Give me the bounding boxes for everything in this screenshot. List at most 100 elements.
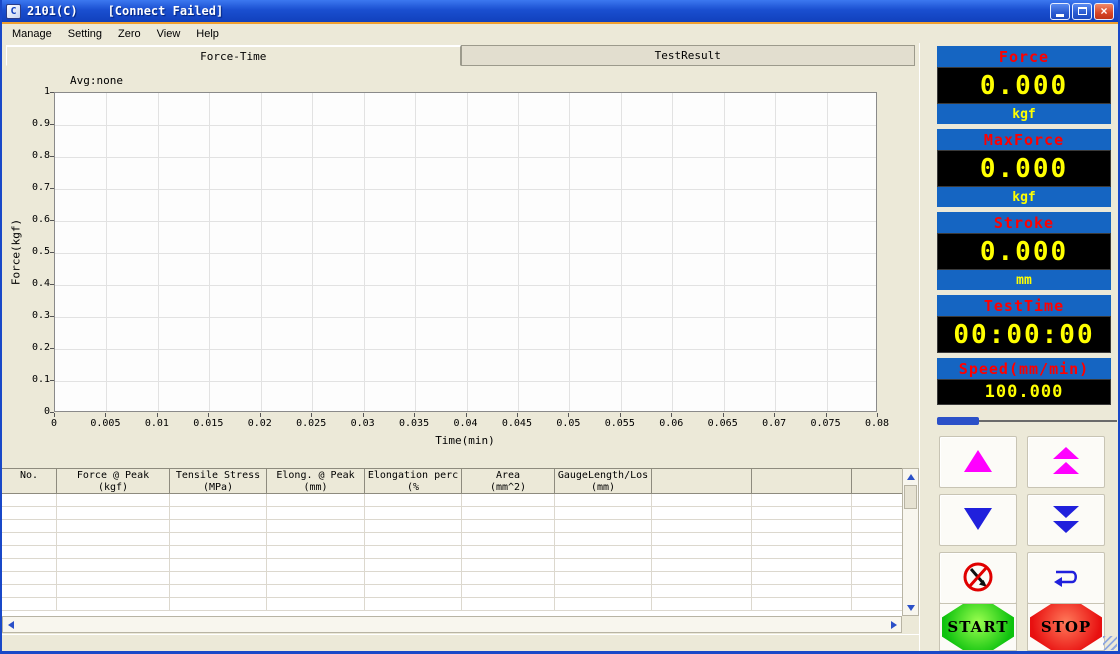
y-tick-mark xyxy=(50,188,54,189)
table-cell xyxy=(555,520,652,532)
connect-status: [Connect Failed] xyxy=(108,4,224,18)
table-row[interactable] xyxy=(2,494,902,507)
minimize-icon xyxy=(1056,14,1064,17)
gridline-vertical xyxy=(158,93,159,411)
table-cell xyxy=(170,533,267,545)
close-button[interactable]: × xyxy=(1094,3,1114,20)
table-horizontal-scrollbar[interactable] xyxy=(2,616,902,633)
gridline-vertical xyxy=(775,93,776,411)
start-stop-row: START STOP xyxy=(939,603,1105,651)
double-up-triangle-icon xyxy=(1051,446,1081,479)
stop-button[interactable]: STOP xyxy=(1027,603,1105,651)
table-cell xyxy=(462,546,555,558)
jog-fast-up-button[interactable] xyxy=(1027,436,1105,488)
jog-down-button[interactable] xyxy=(939,494,1017,546)
table-row[interactable] xyxy=(2,546,902,559)
up-arrow-icon xyxy=(907,474,915,480)
table-row[interactable] xyxy=(2,533,902,546)
tab-strip: Force-TimeTestResult xyxy=(6,45,915,66)
table-cell xyxy=(2,546,57,558)
menu-item-view[interactable]: View xyxy=(149,25,189,43)
x-tick-label: 0.03 xyxy=(337,418,389,429)
start-button[interactable]: START xyxy=(939,603,1017,651)
gauge-testtime: TestTime00:00:00 xyxy=(937,295,1111,353)
menu-item-help[interactable]: Help xyxy=(188,25,227,43)
jog-disable-button[interactable] xyxy=(939,552,1017,604)
column-header xyxy=(652,469,752,493)
app-icon[interactable]: C xyxy=(6,4,21,19)
gridline-vertical xyxy=(569,93,570,411)
table-cell xyxy=(2,598,57,610)
tab-testresult[interactable]: TestResult xyxy=(461,45,916,66)
title-bar[interactable]: C 2101(C) [Connect Failed] × xyxy=(2,0,1118,22)
table-row[interactable] xyxy=(2,507,902,520)
menu-item-manage[interactable]: Manage xyxy=(4,25,60,43)
table-cell xyxy=(2,559,57,571)
table-cell xyxy=(752,598,852,610)
minimize-button[interactable] xyxy=(1050,3,1070,20)
vertical-scroll-thumb[interactable] xyxy=(904,485,917,509)
gauge-label: Speed(mm/min) xyxy=(937,358,1111,379)
scroll-up-button[interactable] xyxy=(903,469,918,484)
y-tick-mark xyxy=(50,316,54,317)
slider-thumb[interactable] xyxy=(937,417,979,425)
table-row[interactable] xyxy=(2,559,902,572)
table-cell xyxy=(752,520,852,532)
down-arrow-icon xyxy=(907,605,915,611)
x-tick-label: 0.015 xyxy=(182,418,234,429)
table-cell xyxy=(267,559,365,571)
table-cell xyxy=(652,533,752,545)
speed-slider[interactable] xyxy=(937,415,1117,427)
table-cell xyxy=(365,572,462,584)
table-cell xyxy=(170,559,267,571)
table-cell xyxy=(652,507,752,519)
double-down-triangle-icon xyxy=(1051,504,1081,537)
window-title: 2101(C) xyxy=(27,4,78,18)
gauge-maxforce: MaxForce0.000kgf xyxy=(937,129,1111,207)
gridline-horizontal xyxy=(55,157,876,158)
table-cell xyxy=(57,572,170,584)
gauge-label: Stroke xyxy=(937,212,1111,233)
table-cell xyxy=(267,546,365,558)
scroll-left-button[interactable] xyxy=(3,617,18,632)
table-cell xyxy=(752,494,852,506)
column-header: Force @ Peak(kgf) xyxy=(57,469,170,493)
x-tick-label: 0.08 xyxy=(851,418,903,429)
status-bar xyxy=(2,634,919,651)
gridline-horizontal xyxy=(55,285,876,286)
gauge-force: Force0.000kgf xyxy=(937,46,1111,124)
stop-octagon-icon: STOP xyxy=(1030,604,1102,650)
x-tick-mark xyxy=(208,413,209,417)
jog-up-button[interactable] xyxy=(939,436,1017,488)
table-row[interactable] xyxy=(2,598,902,611)
side-panel: Force0.000kgfMaxForce0.000kgfStroke0.000… xyxy=(919,43,1118,651)
table-vertical-scrollbar[interactable] xyxy=(902,468,919,616)
column-header: GaugeLength/Los(mm) xyxy=(555,469,652,493)
jog-fast-down-button[interactable] xyxy=(1027,494,1105,546)
maximize-button[interactable] xyxy=(1072,3,1092,20)
return-button[interactable] xyxy=(1027,552,1105,604)
column-header: Elong. @ Peak(mm) xyxy=(267,469,365,493)
table-row[interactable] xyxy=(2,585,902,598)
x-tick-label: 0.05 xyxy=(542,418,594,429)
resize-grip[interactable] xyxy=(1103,636,1117,650)
x-tick-label: 0.065 xyxy=(697,418,749,429)
menu-item-setting[interactable]: Setting xyxy=(60,25,110,43)
x-tick-mark xyxy=(157,413,158,417)
table-cell xyxy=(752,559,852,571)
y-tick-label: 0.2 xyxy=(16,342,50,353)
menu-item-zero[interactable]: Zero xyxy=(110,25,149,43)
gridline-horizontal xyxy=(55,349,876,350)
scroll-right-button[interactable] xyxy=(886,617,901,632)
table-cell xyxy=(462,598,555,610)
table-cell xyxy=(2,507,57,519)
gauge-value: 0.000 xyxy=(937,233,1111,270)
gauge-value: 0.000 xyxy=(937,150,1111,187)
table-cell xyxy=(267,494,365,506)
scroll-down-button[interactable] xyxy=(903,600,918,615)
gridline-vertical xyxy=(467,93,468,411)
table-row[interactable] xyxy=(2,572,902,585)
tab-force-time[interactable]: Force-Time xyxy=(6,45,461,66)
table-row[interactable] xyxy=(2,520,902,533)
y-tick-mark xyxy=(50,348,54,349)
